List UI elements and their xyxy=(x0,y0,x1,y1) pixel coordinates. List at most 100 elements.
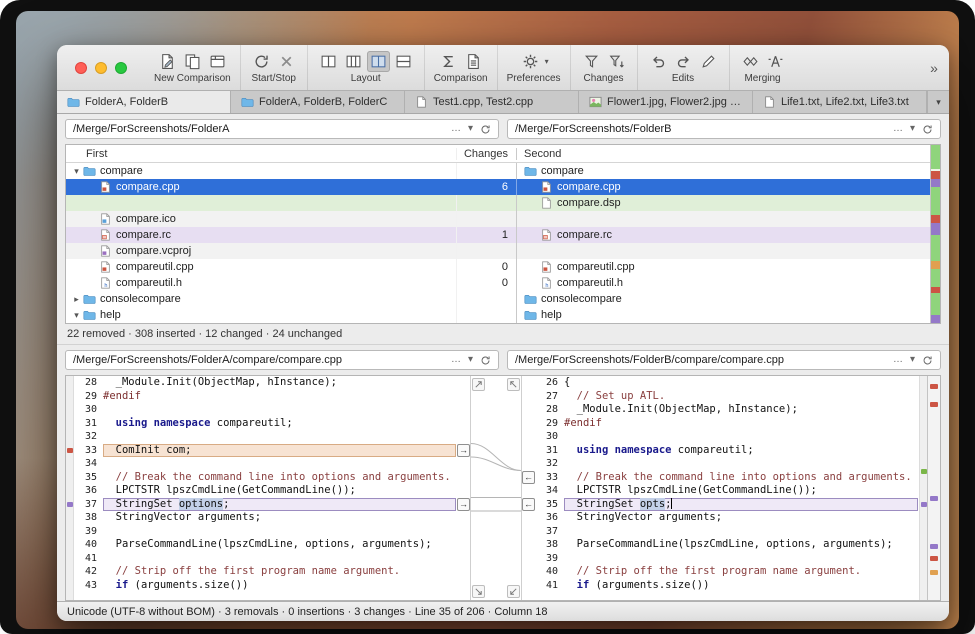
item-name: consolecompare xyxy=(100,293,181,305)
line-number: 28 xyxy=(75,376,103,390)
path-menu-button[interactable]: … xyxy=(451,355,461,365)
right-jump-top-button[interactable] xyxy=(507,378,520,391)
image-icon xyxy=(589,96,602,108)
folder-row[interactable]: compareutil.cpp0compareutil.cpp xyxy=(66,259,930,275)
path-dropdown-button[interactable]: ▾ xyxy=(468,124,473,134)
edit-in-place-button[interactable] xyxy=(697,51,720,72)
column-header-first[interactable]: First xyxy=(66,148,456,160)
previous-change-button[interactable] xyxy=(580,51,603,72)
folder-row[interactable]: ▾helphelp xyxy=(66,307,930,323)
folder-row[interactable]: compare.rc1compare.rc xyxy=(66,227,930,243)
column-header-second[interactable]: Second xyxy=(516,148,930,160)
file-compare-panel: 28 _Module.Init(ObjectMap, hInstance);29… xyxy=(65,375,941,601)
item-name: compareutil.cpp xyxy=(557,261,635,273)
expander-open-icon[interactable]: ▾ xyxy=(70,307,83,323)
jump-down-icon xyxy=(509,587,518,596)
left-change-map[interactable] xyxy=(66,376,74,600)
folder-rows: ▾comparecomparecompare.cpp6compare.cppco… xyxy=(66,163,930,323)
toolbar-group-layout: Layout xyxy=(307,45,424,90)
right-code-pane[interactable]: 26{27 // Set up ATL.28 _Module.Init(Obje… xyxy=(522,376,927,600)
tab-label: FolderA, FolderB, FolderC xyxy=(259,96,387,108)
expander-closed-icon[interactable]: ▸ xyxy=(70,291,83,307)
folder-row[interactable]: hcompareutil.h0hcompareutil.h xyxy=(66,275,930,291)
tab-overflow-button[interactable]: ▾ xyxy=(927,91,949,113)
tab-flower1-jpg-flower2-jpg-100-[interactable]: Flower1.jpg, Flower2.jpg @ 100% xyxy=(579,91,753,113)
folder-path-left[interactable]: /Merge/ForScreenshots/FolderA … ▾ xyxy=(65,119,499,139)
close-button[interactable] xyxy=(75,62,87,74)
merge-to-left-button[interactable]: ← xyxy=(522,471,535,484)
column-header-changes[interactable]: Changes xyxy=(456,148,516,160)
item-name: compare.ico xyxy=(116,213,176,225)
folder-overview-strip[interactable] xyxy=(930,145,940,323)
path-refresh-button[interactable] xyxy=(480,124,491,135)
overview-segment xyxy=(931,223,940,235)
new-tab-button[interactable] xyxy=(206,51,229,72)
right-change-map[interactable] xyxy=(919,376,927,600)
tab-foldera-folderb[interactable]: FolderA, FolderB xyxy=(57,91,231,113)
merge-to-right-button[interactable]: → xyxy=(457,444,470,457)
refresh-icon xyxy=(922,124,933,135)
undo-button[interactable] xyxy=(647,51,670,72)
merge-to-left-button[interactable]: ← xyxy=(522,498,535,511)
next-change-button[interactable] xyxy=(605,51,628,72)
zoom-button[interactable] xyxy=(115,62,127,74)
code-text: ParseCommandLine(lpszCmdLine, options, a… xyxy=(103,538,456,552)
folder-row[interactable]: ▸consolecompareconsolecompare xyxy=(66,291,930,307)
folder-row[interactable]: ▾comparecompare xyxy=(66,163,930,179)
automatic-merge-button[interactable] xyxy=(764,51,787,72)
path-dropdown-button[interactable]: ▾ xyxy=(468,355,473,365)
line-number: 27 xyxy=(536,390,564,404)
new-text-comparison-button[interactable] xyxy=(156,51,179,72)
right-jump-bottom-button[interactable] xyxy=(507,585,520,598)
line-number: 38 xyxy=(75,511,103,525)
code-line: 30 xyxy=(75,403,470,417)
path-menu-button[interactable]: … xyxy=(893,355,903,365)
preferences-button[interactable] xyxy=(519,51,542,72)
left-code-pane[interactable]: 28 _Module.Init(ObjectMap, hInstance);29… xyxy=(66,376,470,600)
folder-row[interactable]: compare.vcproj xyxy=(66,243,930,259)
layout-two-pane-button[interactable] xyxy=(317,51,340,72)
comparison-summary-button[interactable] xyxy=(437,51,460,72)
merge-changes-button[interactable] xyxy=(739,51,762,72)
tab-life1-txt-life2-txt-life3-txt[interactable]: Life1.txt, Life2.txt, Life3.txt xyxy=(753,91,927,113)
merge-to-right-button[interactable]: → xyxy=(457,498,470,511)
layout-single-pane-button[interactable] xyxy=(392,51,415,72)
file-path-left[interactable]: /Merge/ForScreenshots/FolderA/compare/co… xyxy=(65,350,499,370)
toolbar-overflow-button[interactable]: » xyxy=(919,45,949,90)
path-refresh-button[interactable] xyxy=(922,355,933,366)
folder-row[interactable]: compare.dsp xyxy=(66,195,930,211)
folder-row[interactable]: compare.ico xyxy=(66,211,930,227)
change-mark xyxy=(930,402,938,407)
right-code-lines[interactable]: 26{27 // Set up ATL.28 _Module.Init(Obje… xyxy=(522,376,918,600)
new-folder-comparison-button[interactable] xyxy=(181,51,204,72)
code-line: 41 xyxy=(75,552,470,566)
document-icon xyxy=(763,96,776,108)
folder-path-right[interactable]: /Merge/ForScreenshots/FolderB … ▾ xyxy=(507,119,941,139)
stop-comparison-button[interactable] xyxy=(275,51,298,72)
expander-open-icon[interactable]: ▾ xyxy=(70,163,83,179)
tab-test1-cpp-test2-cpp[interactable]: Test1.cpp, Test2.cpp xyxy=(405,91,579,113)
folder-row[interactable]: compare.cpp6compare.cpp xyxy=(66,179,930,195)
restart-comparison-button[interactable] xyxy=(250,51,273,72)
code-text: #endif xyxy=(564,417,918,431)
left-jump-bottom-button[interactable] xyxy=(472,585,485,598)
code-line: 32 xyxy=(522,457,918,471)
path-refresh-button[interactable] xyxy=(922,124,933,135)
jump-up-icon xyxy=(474,380,483,389)
left-code-lines[interactable]: 28 _Module.Init(ObjectMap, hInstance);29… xyxy=(75,376,470,600)
path-menu-button[interactable]: … xyxy=(893,124,903,134)
path-dropdown-button[interactable]: ▾ xyxy=(910,124,915,134)
layout-current-button[interactable] xyxy=(367,51,390,72)
redo-button[interactable] xyxy=(672,51,695,72)
left-jump-top-button[interactable] xyxy=(472,378,485,391)
overview-strip[interactable] xyxy=(927,376,940,600)
file-path-right[interactable]: /Merge/ForScreenshots/FolderB/compare/co… xyxy=(507,350,941,370)
minimize-button[interactable] xyxy=(95,62,107,74)
code-text: // Strip off the first program name argu… xyxy=(564,565,918,579)
layout-three-pane-button[interactable] xyxy=(342,51,365,72)
comparison-report-button[interactable] xyxy=(462,51,485,72)
tab-foldera-folderb-folderc[interactable]: FolderA, FolderB, FolderC xyxy=(231,91,405,113)
path-refresh-button[interactable] xyxy=(480,355,491,366)
path-menu-button[interactable]: … xyxy=(451,124,461,134)
path-dropdown-button[interactable]: ▾ xyxy=(910,355,915,365)
